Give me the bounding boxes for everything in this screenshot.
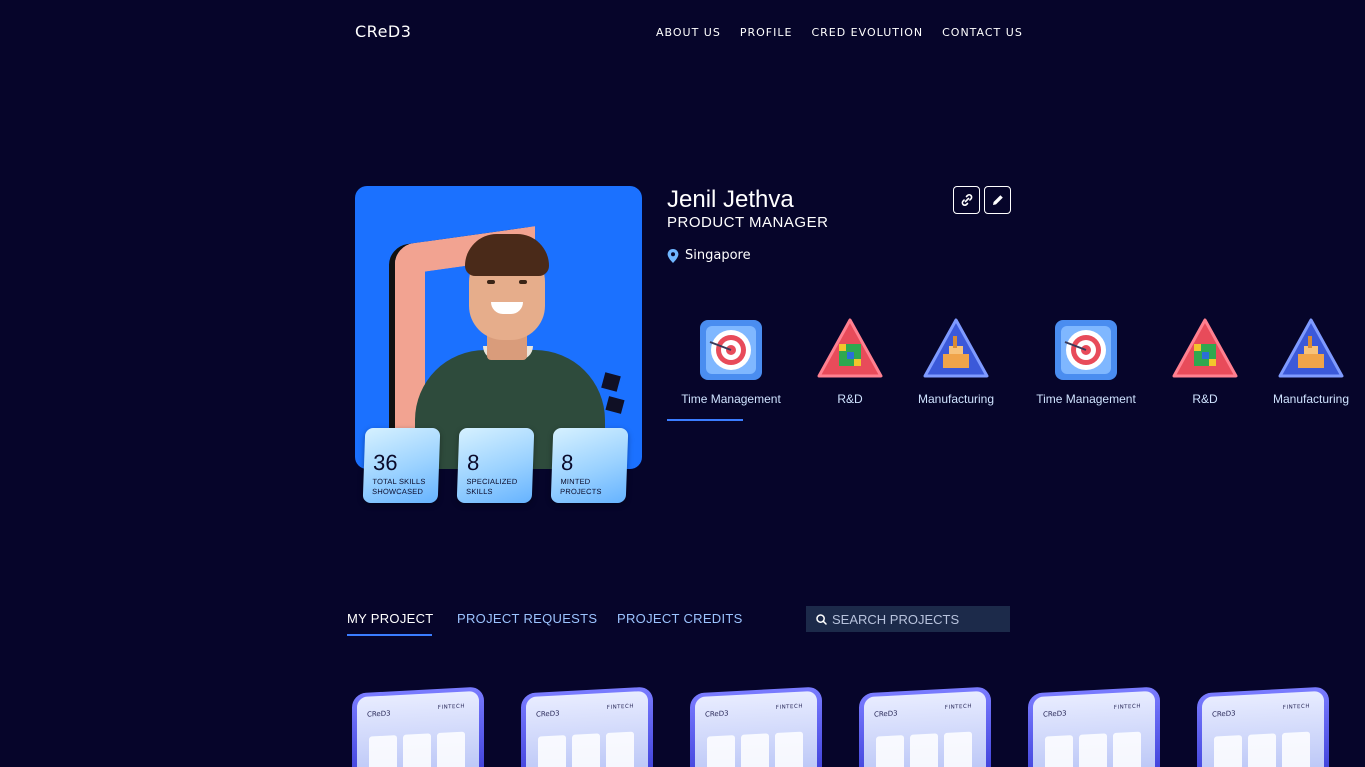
stat-total-skills: 36 TOTAL SKILLS SHOWCASED [362,428,441,503]
edit-profile-button[interactable] [984,186,1011,214]
project-card-preview: CReD3 FINTECH [1202,690,1324,767]
factory-icon [1278,318,1344,378]
project-card[interactable]: CReD3 FINTECH [690,686,822,767]
nav-about-us[interactable]: ABOUT US [656,26,721,39]
active-tab-indicator [347,634,432,636]
stat-minted-projects: 8 MINTED PROJECTS [550,428,629,503]
tab-project-requests[interactable]: PROJECT REQUESTS [457,611,597,626]
skill-rd[interactable]: R&D [1167,318,1243,406]
project-card-tag: FINTECH [1113,703,1141,711]
link-icon [961,194,972,206]
profile-photo-card [355,186,642,469]
pencil-icon [992,195,1003,205]
project-card-preview: CReD3 FINTECH [526,690,648,767]
skill-label: Time Management [1036,392,1136,406]
location-text: Singapore [685,248,751,263]
profile-location: Singapore [667,248,751,263]
main-nav: ABOUT US PROFILE CRED EVOLUTION CONTACT … [656,26,1023,39]
project-card-tag: FINTECH [944,703,972,711]
decorative-block [601,372,621,392]
project-card-preview: CReD3 FINTECH [357,690,479,767]
project-card-tag: FINTECH [1282,703,1310,711]
project-card-logo: CReD3 [367,709,391,719]
profile-name: Jenil Jethva [667,186,794,213]
location-pin-icon [667,248,679,263]
copy-link-button[interactable] [953,186,980,214]
project-card-preview: CReD3 FINTECH [695,690,817,767]
nav-profile[interactable]: PROFILE [740,26,793,39]
project-card-logo: CReD3 [705,709,729,719]
project-card-logo: CReD3 [1043,709,1067,719]
project-card-logo: CReD3 [874,709,898,719]
project-card-tag: FINTECH [775,703,803,711]
project-card-tag: FINTECH [606,703,634,711]
skill-time-management[interactable]: Time Management [1030,318,1142,406]
tab-project-credits[interactable]: PROJECT CREDITS [617,611,743,626]
project-card[interactable]: CReD3 FINTECH [1028,686,1160,767]
stat-value: 36 [372,450,399,475]
cred3-logo[interactable]: CReD3 [355,22,411,41]
stat-value: 8 [560,450,574,475]
skill-manufacturing[interactable]: Manufacturing [912,318,1000,406]
project-card[interactable]: CReD3 FINTECH [352,686,484,767]
target-icon [700,320,762,380]
skill-rd[interactable]: R&D [812,318,888,406]
project-card-preview: CReD3 FINTECH [864,690,986,767]
skill-manufacturing[interactable]: Manufacturing [1266,318,1356,406]
profile-role: PRODUCT MANAGER [667,214,829,231]
search-input[interactable] [832,611,1002,627]
stat-label: MINTED PROJECTS [559,477,602,496]
skill-label: Time Management [681,392,781,406]
project-card-preview: CReD3 FINTECH [1033,690,1155,767]
skills-scroll-indicator [667,419,743,421]
tab-my-project[interactable]: MY PROJECT [347,611,434,626]
decorative-block [605,396,625,414]
skill-time-management[interactable]: Time Management [675,318,787,406]
nav-contact-us[interactable]: CONTACT US [942,26,1023,39]
project-card[interactable]: CReD3 FINTECH [1197,686,1329,767]
factory-icon [923,318,989,378]
project-card-tag: FINTECH [437,703,465,711]
stat-specialized-skills: 8 SPECIALIZED SKILLS [456,428,535,503]
search-projects-box [806,606,1010,632]
search-icon [816,613,827,625]
skill-label: R&D [1192,392,1218,406]
target-icon [1055,320,1117,380]
project-card-logo: CReD3 [1212,709,1236,719]
skill-label: Manufacturing [1272,392,1350,406]
stat-label: SPECIALIZED SKILLS [465,477,518,496]
skill-label: R&D [837,392,863,406]
project-card[interactable]: CReD3 FINTECH [521,686,653,767]
stat-value: 8 [466,450,480,475]
project-card-logo: CReD3 [536,709,560,719]
project-card[interactable]: CReD3 FINTECH [859,686,991,767]
rubiks-cube-icon [1172,318,1238,378]
nav-cred-evolution[interactable]: CRED EVOLUTION [811,26,923,39]
stat-label: TOTAL SKILLS SHOWCASED [371,477,426,496]
skill-label: Manufacturing [917,392,995,406]
rubiks-cube-icon [817,318,883,378]
